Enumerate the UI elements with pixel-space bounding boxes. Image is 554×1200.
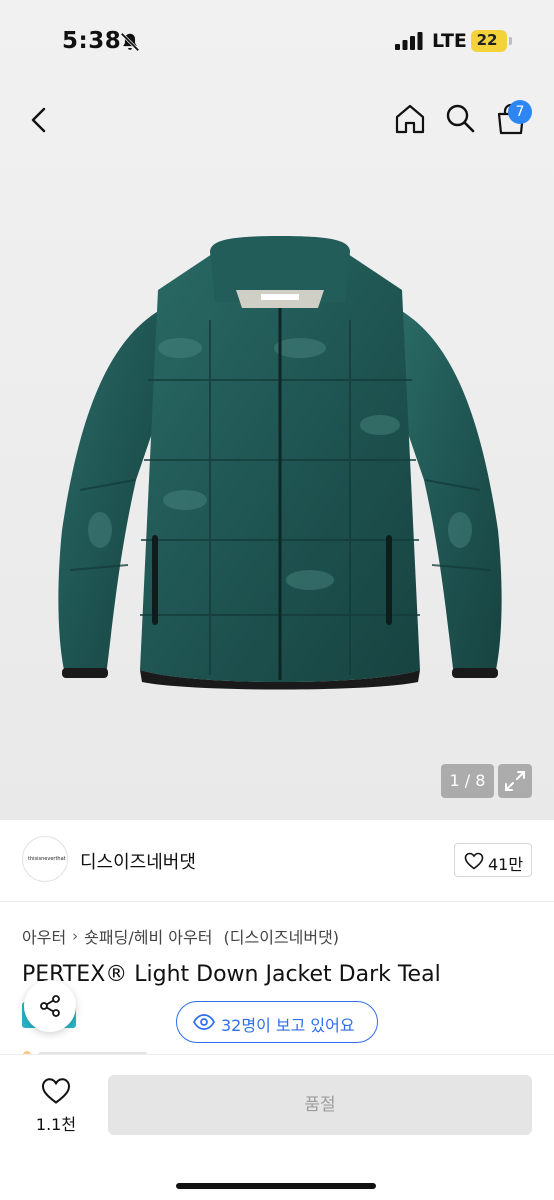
battery-level: 22 <box>476 31 498 49</box>
share-button[interactable] <box>24 980 76 1032</box>
chevron-right-icon: › <box>72 927 79 945</box>
cart-count-badge: 7 <box>508 100 532 124</box>
home-icon[interactable] <box>393 102 427 136</box>
breadcrumb-item[interactable]: 아우터 <box>22 924 66 948</box>
bottom-action-bar: 1.1천 품절 <box>0 1054 554 1200</box>
viewers-pill: 32명이 보고 있어요 <box>176 1001 378 1043</box>
eye-icon <box>193 1014 215 1030</box>
share-icon <box>40 995 60 1017</box>
status-bar: 5:38 LTE 22 <box>0 0 554 84</box>
home-indicator <box>176 1183 376 1189</box>
breadcrumb-item[interactable]: 숏패딩/헤비 아우터 <box>84 924 212 948</box>
shop-name[interactable]: 디스이즈네버댓 <box>80 848 196 874</box>
shop-like-button[interactable]: 41만 <box>454 843 532 877</box>
top-area: 5:38 LTE 22 7 1 / 8 <box>0 0 554 820</box>
breadcrumb: 아우터 › 숏패딩/헤비 아우터 (디스이즈네버댓) <box>22 924 339 948</box>
shop-row[interactable]: thisisneverthat 디스이즈네버댓 41만 <box>0 820 554 902</box>
viewers-text: 32명이 보고 있어요 <box>221 1016 355 1035</box>
wish-count: 1.1천 <box>35 1115 77 1134</box>
battery-icon: 22 <box>471 30 507 52</box>
expand-button[interactable] <box>498 764 532 798</box>
heart-icon <box>464 852 484 870</box>
product-title: PERTEX® Light Down Jacket Dark Teal <box>22 962 441 987</box>
battery-nub <box>509 37 512 45</box>
shop-like-count: 41만 <box>488 855 524 874</box>
shop-logo-text: thisisneverthat <box>28 856 66 862</box>
signal-icon <box>395 32 423 50</box>
soldout-button[interactable]: 품절 <box>108 1075 532 1135</box>
product-image[interactable] <box>40 230 520 690</box>
breadcrumb-brand[interactable]: (디스이즈네버댓) <box>224 924 340 948</box>
chevron-left-icon[interactable] <box>24 104 56 136</box>
heart-icon[interactable] <box>41 1077 71 1105</box>
network-type: LTE <box>432 30 467 52</box>
bell-off-icon <box>120 32 140 52</box>
top-nav <box>0 96 554 146</box>
expand-icon <box>505 771 525 791</box>
status-time: 5:38 <box>62 28 122 54</box>
image-pager: 1 / 8 <box>441 764 494 798</box>
shop-logo[interactable]: thisisneverthat <box>22 836 68 882</box>
search-icon[interactable] <box>444 102 476 134</box>
